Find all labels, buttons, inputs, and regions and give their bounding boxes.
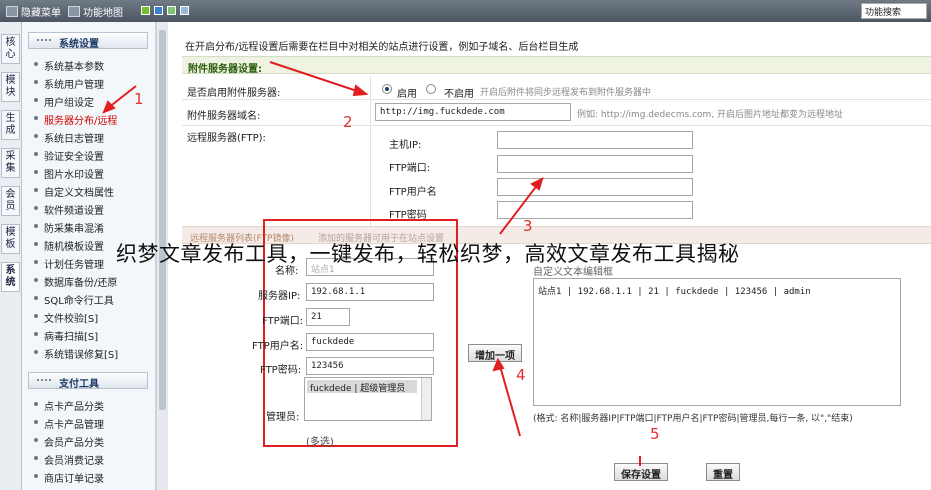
arrowhead-2 [352, 84, 369, 97]
annotation-5: 5 [650, 425, 660, 443]
arrow-1 [107, 85, 137, 109]
annotation-3: 3 [523, 217, 533, 235]
annotation-1: 1 [134, 90, 144, 108]
arrowhead-3 [530, 177, 544, 191]
annotation-2: 2 [343, 113, 353, 131]
arrow-2 [269, 61, 361, 93]
arrowhead-4 [492, 357, 505, 372]
annotation-4: 4 [516, 366, 526, 384]
caption-overlay: 织梦文章发布工具，一键发布，轻松织梦，高效文章发布工具揭秘 [116, 242, 740, 266]
